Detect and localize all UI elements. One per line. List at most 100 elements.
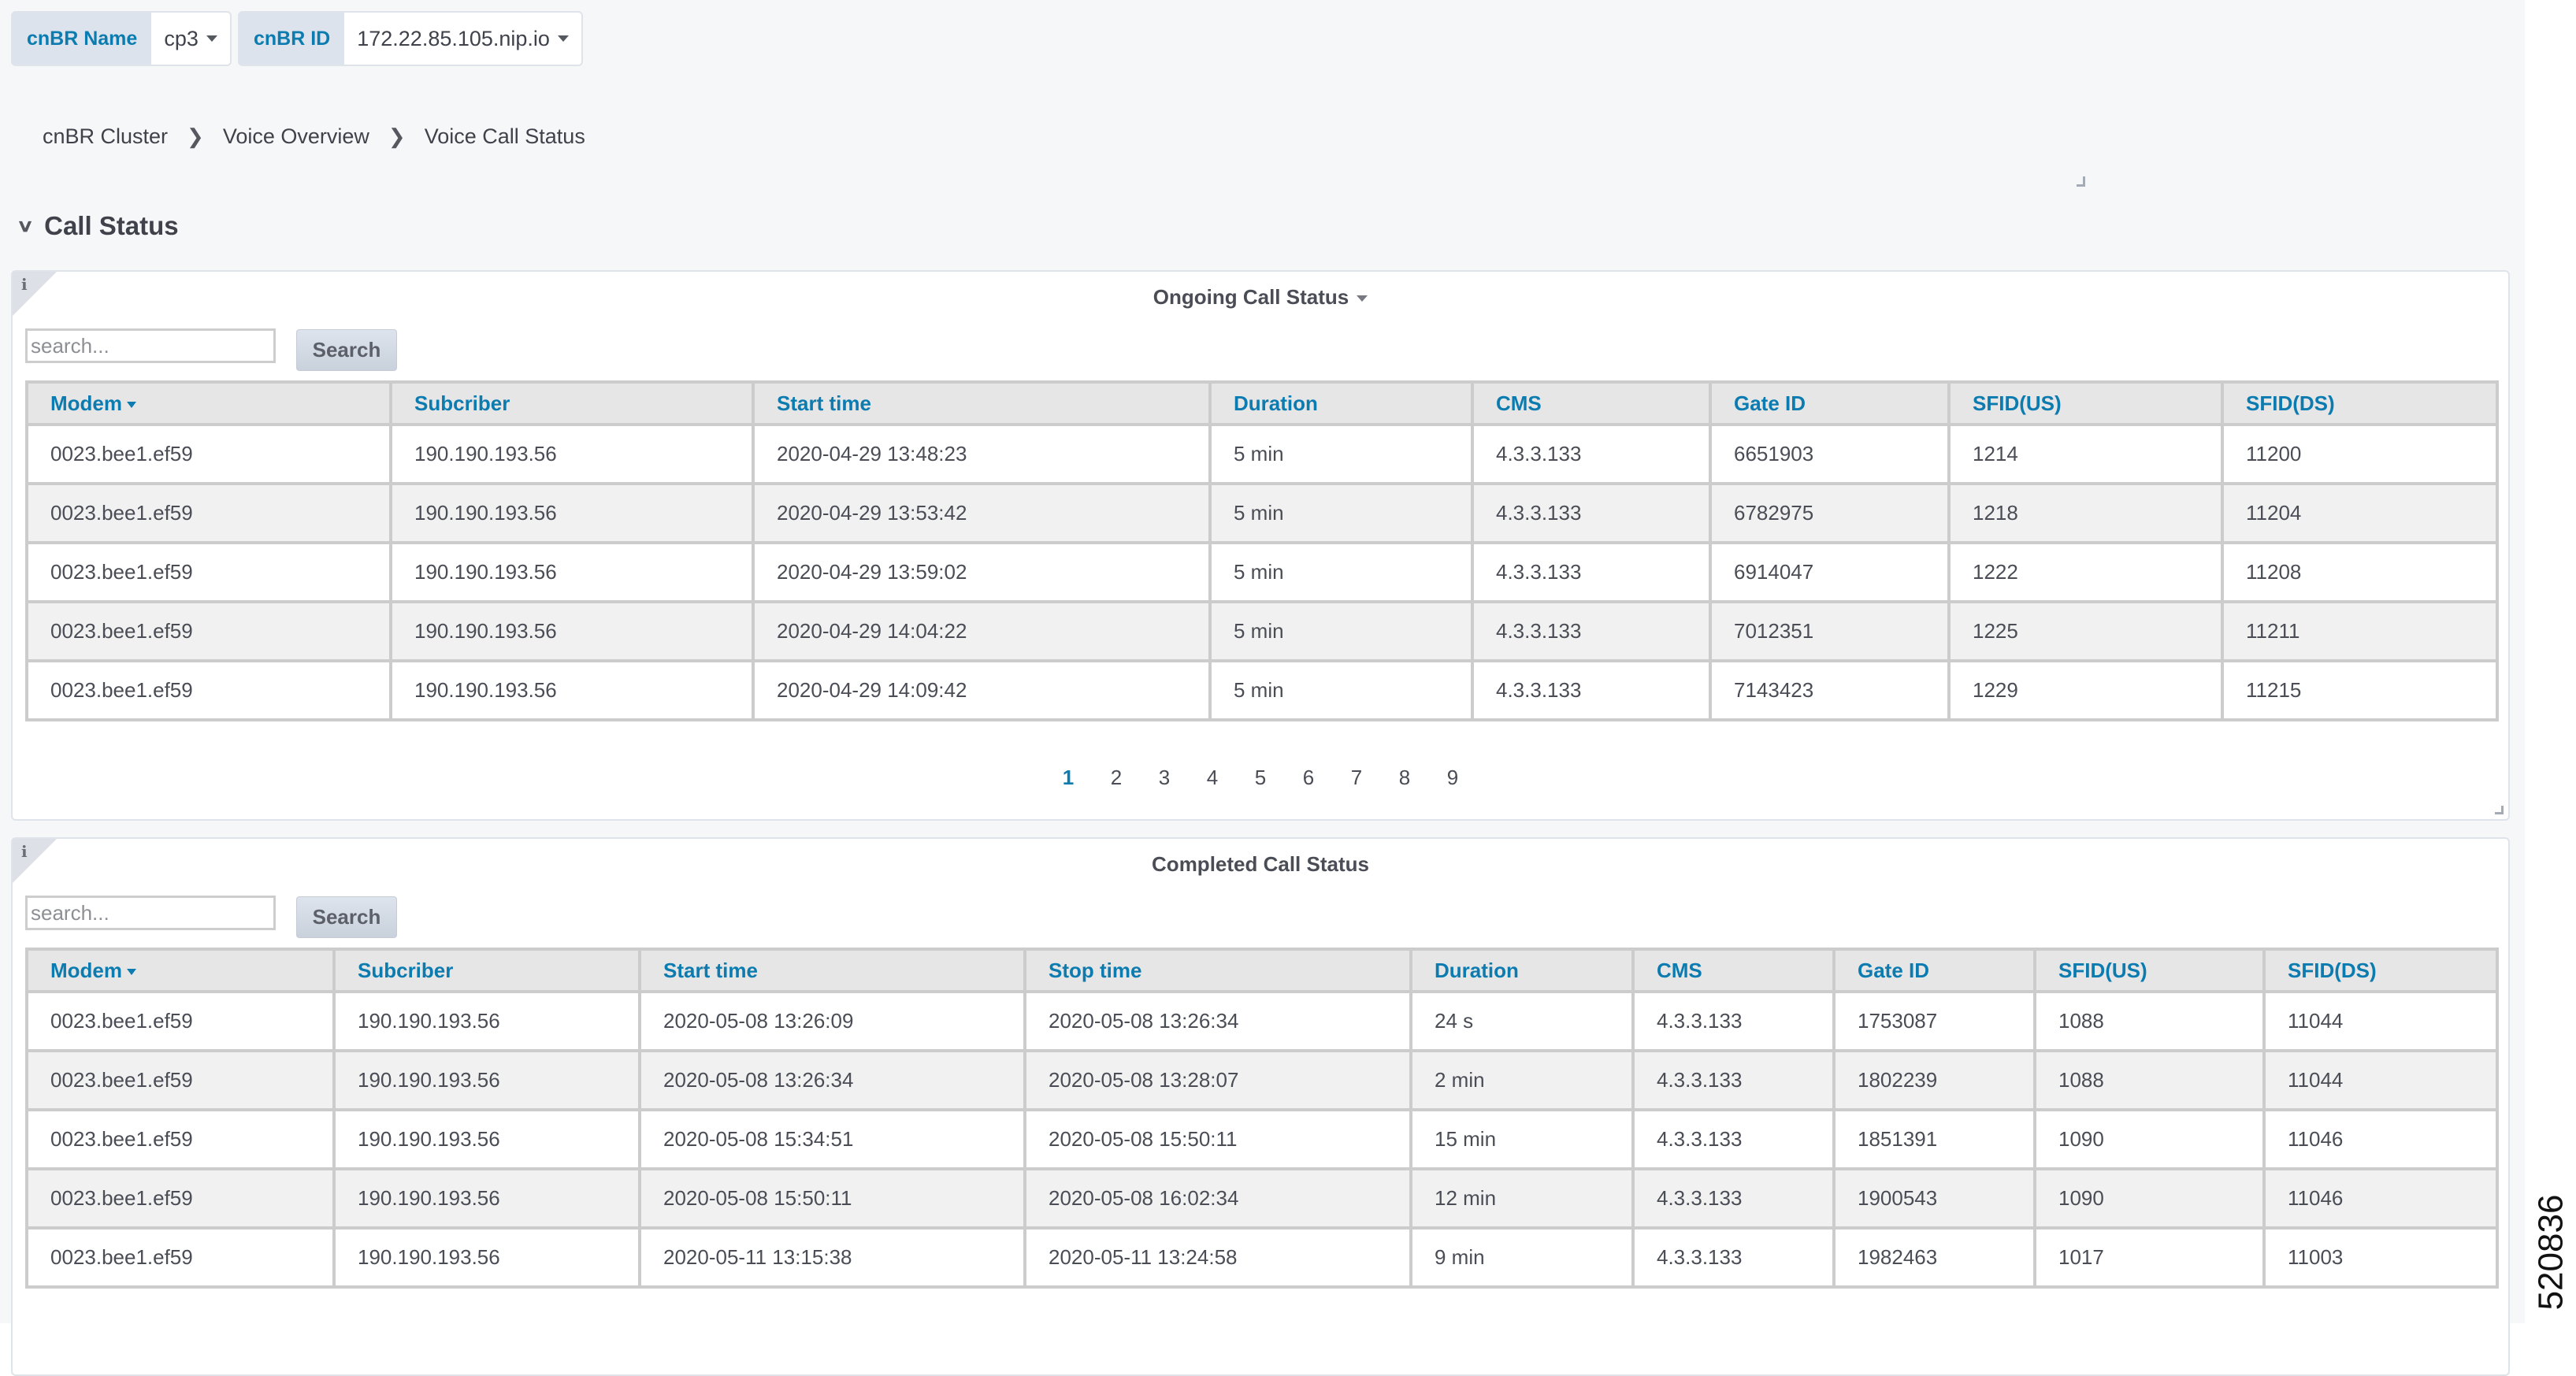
column-header-modem[interactable]: Modem (25, 380, 392, 426)
breadcrumb-cnbr-cluster[interactable]: cnBR Cluster (43, 124, 168, 149)
page-link-2[interactable]: 2 (1093, 766, 1141, 790)
column-header-label: SFID(DS) (2288, 958, 2377, 982)
cell-duration: 5 min (1208, 482, 1474, 544)
page-link-1[interactable]: 1 (1045, 766, 1093, 790)
cell-modem: 0023.bee1.ef59 (25, 1226, 336, 1289)
column-header-label: CMS (1496, 391, 1542, 415)
cell-subcriber: 190.190.193.56 (332, 990, 641, 1052)
column-header-gate-id[interactable]: Gate ID (1709, 380, 1951, 426)
ongoing-call-table: Modem Subcriber Start time Duration CMS Gate … (25, 380, 2499, 721)
column-header-label: Gate ID (1734, 391, 1806, 415)
cell-modem: 0023.bee1.ef59 (25, 482, 392, 544)
page-link-6[interactable]: 6 (1285, 766, 1333, 790)
cell-start-time: 2020-04-29 14:04:22 (752, 600, 1212, 662)
column-header-subcriber[interactable]: Subcriber (389, 380, 755, 426)
column-header-label: Subcriber (414, 391, 510, 415)
panel-title: Completed Call Status (1152, 852, 1369, 876)
cell-modem: 0023.bee1.ef59 (25, 1108, 336, 1170)
chevron-right-icon: ❯ (388, 124, 406, 148)
column-header-start-time[interactable]: Start time (752, 380, 1212, 426)
cell-cms: 4.3.3.133 (1471, 541, 1712, 603)
table-row: 0023.bee1.ef59 190.190.193.56 2020-04-29 1… (25, 659, 2499, 721)
cell-modem: 0023.bee1.ef59 (25, 1049, 336, 1111)
search-button[interactable]: Search (296, 329, 397, 371)
column-header-cms[interactable]: CMS (1631, 948, 1835, 993)
breadcrumb-voice-overview[interactable]: Voice Overview (223, 124, 369, 149)
table-row: 0023.bee1.ef59 190.190.193.56 2020-05-08 1… (25, 990, 2499, 1052)
cell-gate-id: 1851391 (1832, 1108, 2036, 1170)
column-header-duration[interactable]: Duration (1208, 380, 1474, 426)
column-header-stop-time[interactable]: Stop time (1023, 948, 1412, 993)
cell-subcriber: 190.190.193.56 (389, 600, 755, 662)
page-link-8[interactable]: 8 (1381, 766, 1429, 790)
cell-subcriber: 190.190.193.56 (389, 482, 755, 544)
column-header-label: SFID(US) (1973, 391, 2062, 415)
column-header-subcriber[interactable]: Subcriber (332, 948, 641, 993)
cell-stop-time: 2020-05-08 16:02:34 (1023, 1167, 1412, 1229)
cell-stop-time: 2020-05-08 13:26:34 (1023, 990, 1412, 1052)
page-link-9[interactable]: 9 (1429, 766, 1477, 790)
cell-start-time: 2020-04-29 13:53:42 (752, 482, 1212, 544)
ongoing-call-status-panel: i Ongoing Call Status Search ModemSubcri… (11, 270, 2510, 821)
sort-desc-icon (127, 968, 136, 975)
page-link-7[interactable]: 7 (1333, 766, 1381, 790)
cell-stop-time: 2020-05-08 15:50:11 (1023, 1108, 1412, 1170)
chevron-right-icon: ❯ (187, 124, 204, 148)
cell-gate-id: 1753087 (1832, 990, 2036, 1052)
column-header-label: Stop time (1049, 958, 1142, 982)
chevron-down-icon: ∨ (16, 216, 35, 236)
column-header-cms[interactable]: CMS (1471, 380, 1712, 426)
cell-sfid-ds: 11046 (2262, 1167, 2499, 1229)
cell-gate-id: 1982463 (1832, 1226, 2036, 1289)
pagination: 123456789 (13, 766, 2508, 790)
column-header-label: Subcriber (358, 958, 454, 982)
column-header-duration[interactable]: Duration (1409, 948, 1635, 993)
panel-title: Ongoing Call Status (1153, 285, 1349, 309)
cell-sfid-us: 1017 (2033, 1226, 2266, 1289)
table-row: 0023.bee1.ef59 190.190.193.56 2020-05-08 1… (25, 1108, 2499, 1170)
panel-title-menu[interactable]: Ongoing Call Status (13, 285, 2508, 310)
resize-handle-icon[interactable] (2495, 806, 2504, 814)
cell-gate-id: 7143423 (1709, 659, 1951, 721)
call-status-row-toggle[interactable]: ∨ Call Status (16, 211, 179, 241)
column-header-gate-id[interactable]: Gate ID (1832, 948, 2036, 993)
column-header-modem[interactable]: Modem (25, 948, 336, 993)
search-button[interactable]: Search (296, 896, 397, 938)
table-row: 0023.bee1.ef59 190.190.193.56 2020-04-29 1… (25, 600, 2499, 662)
search-input[interactable] (25, 328, 276, 363)
page-link-5[interactable]: 5 (1237, 766, 1285, 790)
cell-modem: 0023.bee1.ef59 (25, 659, 392, 721)
cell-duration: 5 min (1208, 600, 1474, 662)
cell-start-time: 2020-05-08 15:50:11 (638, 1167, 1026, 1229)
resize-handle-icon[interactable] (2077, 176, 2085, 187)
page-link-3[interactable]: 3 (1141, 766, 1189, 790)
cell-sfid-us: 1214 (1947, 423, 2224, 485)
cell-sfid-us: 1225 (1947, 600, 2224, 662)
table-header-row: Modem Subcriber Start time Stop time Duratio… (25, 948, 2499, 993)
cnbr-id-value: 172.22.85.105.nip.io (357, 26, 550, 50)
table-row: 0023.bee1.ef59 190.190.193.56 2020-05-11 1… (25, 1226, 2499, 1289)
cell-sfid-ds: 11215 (2221, 659, 2499, 721)
section-title: Call Status (44, 211, 179, 240)
breadcrumb-voice-call-status[interactable]: Voice Call Status (425, 124, 585, 149)
column-header-sfid-us[interactable]: SFID(US) (1947, 380, 2224, 426)
cnbr-id-dropdown[interactable]: 172.22.85.105.nip.io (344, 13, 581, 65)
search-input[interactable] (25, 896, 276, 930)
column-header-sfid-us[interactable]: SFID(US) (2033, 948, 2266, 993)
cell-duration: 9 min (1409, 1226, 1635, 1289)
column-header-sfid-ds[interactable]: SFID(DS) (2221, 380, 2499, 426)
cell-start-time: 2020-04-29 14:09:42 (752, 659, 1212, 721)
column-header-label: CMS (1657, 958, 1702, 982)
page-link-4[interactable]: 4 (1189, 766, 1237, 790)
cell-duration: 5 min (1208, 423, 1474, 485)
column-header-label: Gate ID (1858, 958, 1930, 982)
cell-start-time: 2020-05-08 13:26:34 (638, 1049, 1026, 1111)
column-header-start-time[interactable]: Start time (638, 948, 1026, 993)
cell-subcriber: 190.190.193.56 (332, 1226, 641, 1289)
panel-title-menu[interactable]: Completed Call Status (13, 852, 2508, 877)
table-row: 0023.bee1.ef59 190.190.193.56 2020-05-08 1… (25, 1049, 2499, 1111)
column-header-sfid-ds[interactable]: SFID(DS) (2262, 948, 2499, 993)
cnbr-name-dropdown[interactable]: cp3 (151, 13, 230, 65)
cell-sfid-ds: 11204 (2221, 482, 2499, 544)
column-header-label: SFID(US) (2058, 958, 2147, 982)
